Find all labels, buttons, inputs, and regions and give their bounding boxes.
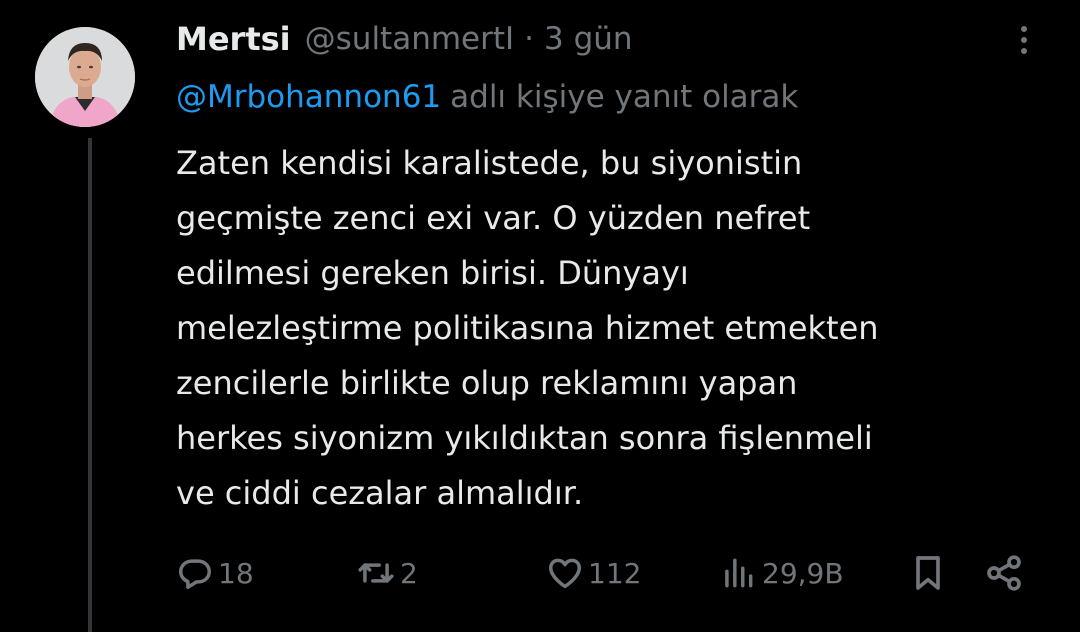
tweet-text-line: melezleştirme politikasına hizmet etmekt… (176, 309, 879, 347)
author-handle[interactable]: @sultanmertI (305, 21, 515, 57)
tweet-text: Zaten kendisi karalistede, bu siyonistin… (176, 136, 1046, 521)
more-dot (1021, 48, 1027, 54)
avatar[interactable] (35, 27, 135, 127)
tweet-text-line: zencilerle birlikte olup reklamını yapan (176, 364, 798, 402)
header-separator: · (524, 21, 535, 57)
tweet-text-line: ve ciddi cezalar almalıdır. (176, 474, 584, 512)
tweet-timestamp[interactable]: 3 gün (544, 21, 633, 57)
reply-icon (179, 559, 211, 589)
tweet-text-line: herkes siyonizm yıkıldıktan sonra fişlen… (176, 419, 873, 457)
like-count: 112 (588, 556, 642, 590)
reply-context-text: adlı kişiye yanıt olarak (450, 79, 799, 115)
repost-icon (358, 563, 394, 583)
more-dot (1021, 37, 1027, 43)
reply-count: 18 (218, 556, 254, 590)
like-button[interactable]: 112 (546, 548, 641, 598)
more-dot (1021, 26, 1027, 32)
views-count: 29,9B (762, 556, 844, 590)
repost-button[interactable]: 2 (356, 548, 418, 598)
views-button[interactable]: 29,9B (718, 548, 844, 598)
tweet-text-line: geçmişte zenci exi var. O yüzden nefret (176, 199, 811, 237)
bookmark-button[interactable] (908, 548, 948, 598)
tweet-header: Mertsi @sultanmertI · 3 gün (176, 14, 633, 64)
share-button[interactable] (984, 548, 1024, 598)
reply-mention-link[interactable]: @Mrbohannon61 (176, 79, 441, 115)
more-vertical-icon[interactable] (1007, 18, 1041, 62)
heart-icon (549, 558, 581, 589)
tweet-actions-bar: 18 2 112 29,9B (0, 548, 1080, 598)
tweet[interactable]: Mertsi @sultanmertI · 3 gün @Mrbohannon6… (0, 0, 1080, 632)
reply-button[interactable]: 18 (176, 548, 254, 598)
views-icon (725, 558, 753, 588)
tweet-text-line: edilmesi gereken birisi. Dünyayı (176, 254, 689, 292)
reply-context: @Mrbohannon61 adlı kişiye yanıt olarak (176, 74, 798, 120)
bookmark-icon (916, 556, 940, 590)
repost-count: 2 (400, 556, 418, 590)
avatar-photo (35, 27, 135, 127)
author-display-name[interactable]: Mertsi (176, 20, 291, 58)
tweet-text-line: Zaten kendisi karalistede, bu siyonistin (176, 144, 803, 182)
share-icon (987, 555, 1021, 591)
